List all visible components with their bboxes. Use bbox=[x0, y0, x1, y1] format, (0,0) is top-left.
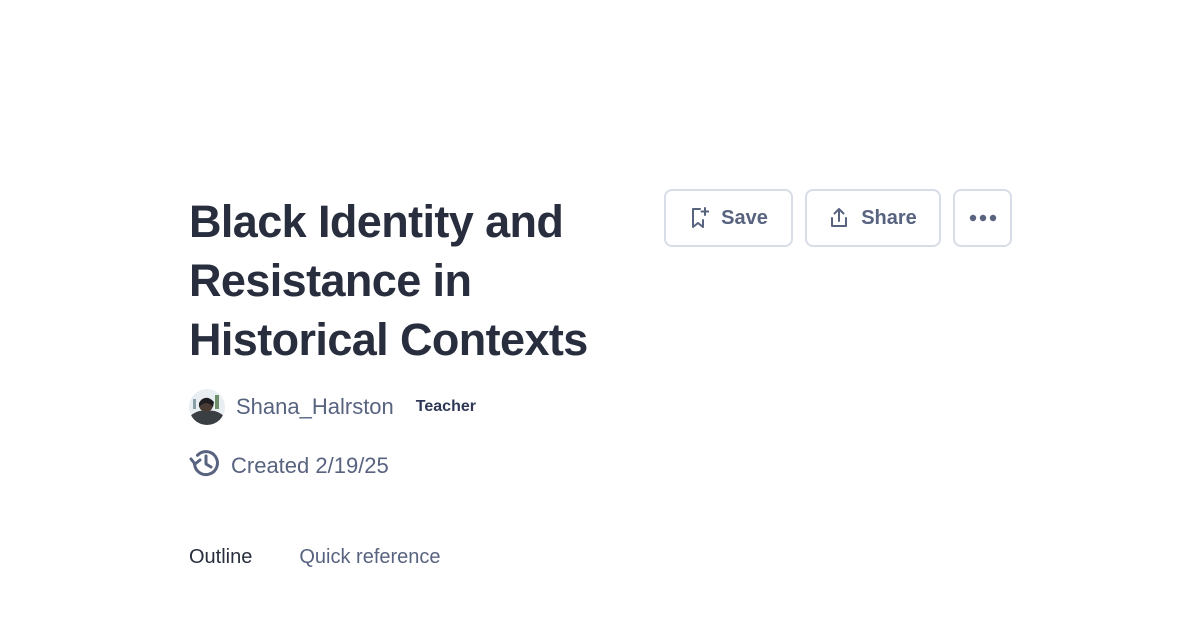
content-tabs: Outline Quick reference bbox=[189, 546, 441, 569]
history-icon bbox=[189, 447, 221, 485]
page-title: Black Identity and Resistance in Histori… bbox=[189, 196, 588, 365]
bookmark-plus-icon bbox=[689, 207, 710, 229]
tab-quick-reference[interactable]: Quick reference bbox=[299, 546, 440, 569]
avatar[interactable] bbox=[189, 389, 225, 425]
more-horizontal-icon bbox=[969, 214, 997, 222]
tab-outline[interactable]: Outline bbox=[189, 546, 252, 569]
author-role-badge: Teacher bbox=[415, 398, 476, 415]
action-toolbar: Save Share bbox=[664, 189, 1012, 247]
share-icon bbox=[829, 207, 849, 229]
page: Black Identity and Resistance in Histori… bbox=[0, 0, 1200, 630]
created-info: Created 2/19/25 bbox=[189, 450, 389, 482]
more-options-button[interactable] bbox=[953, 189, 1012, 247]
share-button-label: Share bbox=[861, 206, 917, 229]
share-button[interactable]: Share bbox=[805, 189, 941, 247]
save-button-label: Save bbox=[721, 206, 768, 229]
created-date: Created 2/19/25 bbox=[231, 453, 389, 478]
author-name[interactable]: Shana_Halrston bbox=[236, 394, 394, 420]
author-row: Shana_Halrston Teacher bbox=[189, 389, 476, 425]
save-button[interactable]: Save bbox=[664, 189, 793, 247]
